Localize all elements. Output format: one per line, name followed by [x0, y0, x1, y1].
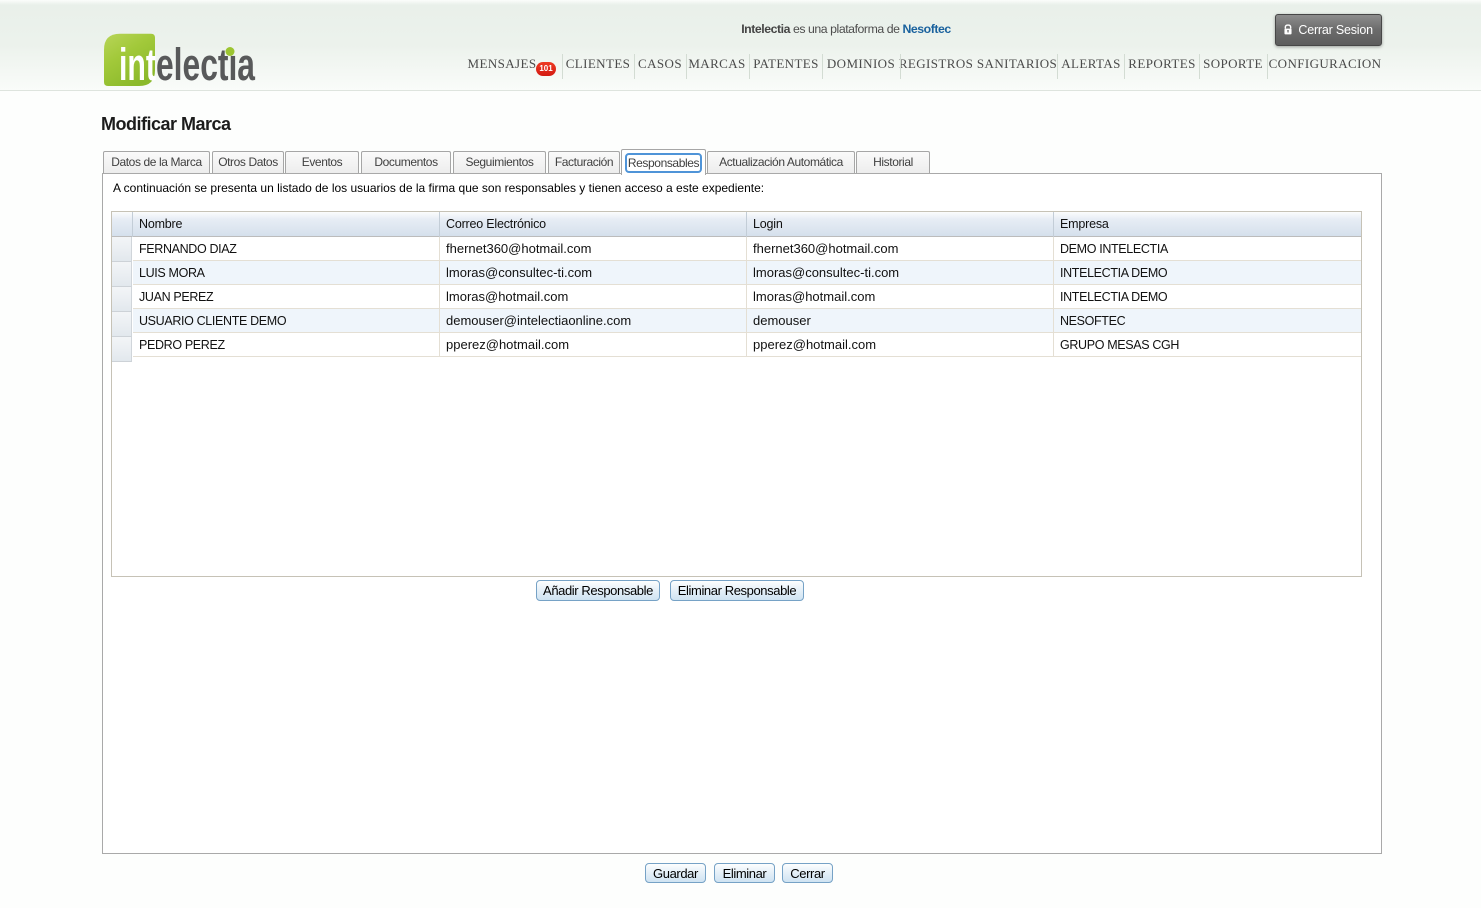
- svg-text:int: int: [119, 39, 156, 90]
- svg-text:electıa: electıa: [156, 39, 256, 90]
